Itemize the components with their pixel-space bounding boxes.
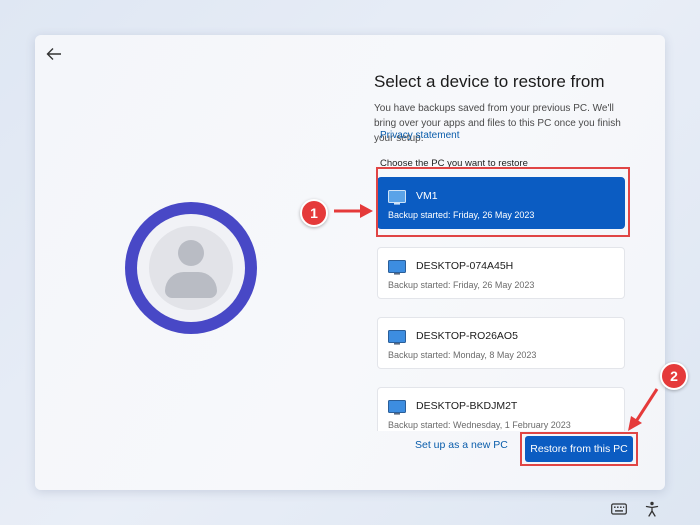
monitor-icon [388,330,406,345]
oobe-window: Select a device to restore from You have… [35,35,665,490]
avatar [125,202,257,334]
choose-pc-label: Choose the PC you want to restore [380,158,528,169]
annotation-marker-1: 1 [300,199,328,227]
annotation-arrow-1 [334,204,373,218]
device-name: DESKTOP-BKDJM2T [416,400,518,412]
device-backup-date: Backup started: Monday, 8 May 2023 [388,350,537,360]
device-backup-date: Backup started: Friday, 26 May 2023 [388,210,535,220]
annotation-arrow-2 [628,388,659,431]
user-avatar-icon [149,226,233,310]
keyboard-icon [611,503,627,515]
keyboard-button[interactable] [610,500,628,518]
device-list[interactable]: VM1 Backup started: Friday, 26 May 2023 … [375,173,629,431]
annotation-marker-2: 2 [660,362,688,390]
privacy-statement-link[interactable]: Privacy statement [380,130,459,141]
monitor-icon [388,400,406,415]
device-name: VM1 [416,190,438,202]
restore-from-this-pc-button[interactable]: Restore from this PC [525,436,633,462]
setup-as-new-pc-button[interactable]: Set up as a new PC [415,439,508,451]
monitor-icon [388,190,406,205]
back-button[interactable] [41,43,67,65]
device-name: DESKTOP-074A45H [416,260,514,272]
page-title: Select a device to restore from [374,72,605,91]
back-arrow-icon [46,48,61,60]
device-card-desktop-074a45h[interactable]: DESKTOP-074A45H Backup started: Friday, … [377,247,625,299]
device-card-desktop-ro26ao5[interactable]: DESKTOP-RO26AO5 Backup started: Monday, … [377,317,625,369]
accessibility-button[interactable] [643,500,661,518]
device-card-desktop-bkdjm2t[interactable]: DESKTOP-BKDJM2T Backup started: Wednesda… [377,387,625,431]
device-name: DESKTOP-RO26AO5 [416,330,518,342]
monitor-icon [388,260,406,275]
accessibility-icon [645,501,659,517]
device-backup-date: Backup started: Friday, 26 May 2023 [388,280,535,290]
device-card-vm1[interactable]: VM1 Backup started: Friday, 26 May 2023 [377,177,625,229]
device-backup-date: Backup started: Wednesday, 1 February 20… [388,420,571,430]
